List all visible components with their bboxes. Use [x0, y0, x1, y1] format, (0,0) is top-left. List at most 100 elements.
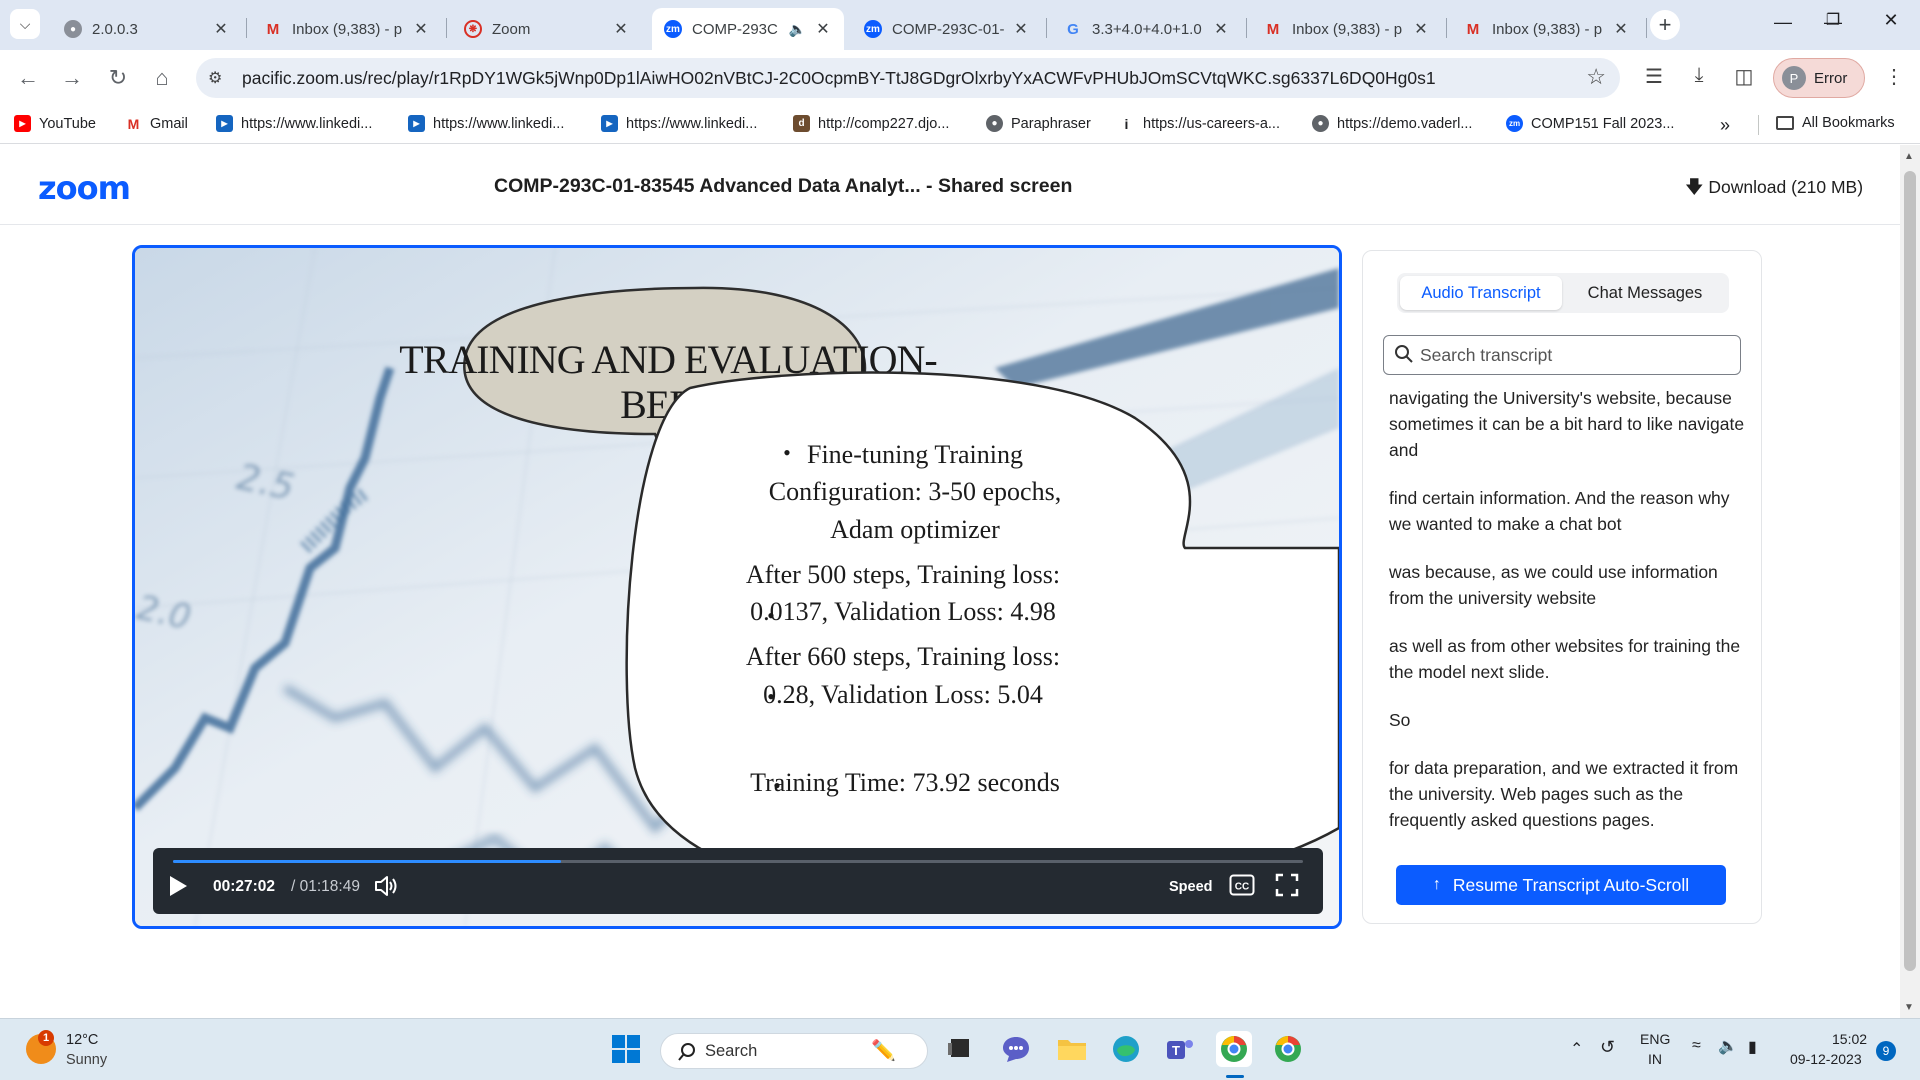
chat-app-button[interactable]: [998, 1031, 1034, 1067]
tab-search-button[interactable]: ⌵: [10, 9, 40, 39]
bookmark-item[interactable]: i https://us-careers-a...: [1118, 115, 1280, 132]
tab-audio-transcript[interactable]: Audio Transcript: [1400, 276, 1562, 310]
taskbar-search[interactable]: Search ✏️: [660, 1033, 928, 1069]
folder-icon: [1058, 1040, 1086, 1060]
bookmark-label: https://www.linkedi...: [241, 115, 373, 132]
minimize-icon[interactable]: —: [1768, 12, 1798, 33]
file-explorer-button[interactable]: [1054, 1031, 1090, 1067]
browser-tab[interactable]: M Inbox (9,383) - p ✕: [1252, 8, 1442, 50]
bookmark-star-icon[interactable]: ☆: [1586, 64, 1606, 90]
globe-icon: ●: [64, 20, 82, 38]
chevron-double-right-icon: »: [1720, 115, 1731, 135]
browser-tab[interactable]: M Inbox (9,383) - p ✕: [1452, 8, 1642, 50]
reload-icon[interactable]: ↻: [104, 64, 132, 92]
speaker-icon[interactable]: 🔈: [789, 21, 806, 38]
back-icon[interactable]: ←: [14, 64, 42, 92]
url-text[interactable]: pacific.zoom.us/rec/play/r1RpDY1WGk5jWnp…: [242, 68, 1436, 89]
video-player[interactable]: 2.5 2.0 TRAINING AND EVALUATION- BERT • …: [132, 245, 1342, 929]
notification-badge[interactable]: 9: [1876, 1041, 1896, 1061]
close-tab-icon[interactable]: ✕: [1212, 19, 1230, 39]
clock-time[interactable]: 15:02: [1832, 1031, 1867, 1047]
transcript-segment[interactable]: as well as from other websites for train…: [1389, 633, 1749, 685]
more-bookmarks-button[interactable]: »: [1720, 115, 1730, 136]
close-tab-icon[interactable]: ✕: [814, 19, 832, 39]
close-tab-icon[interactable]: ✕: [612, 19, 630, 39]
speaker-icon[interactable]: 🔈: [1718, 1036, 1738, 1056]
scroll-up-icon[interactable]: ▲: [1904, 151, 1914, 162]
close-tab-icon[interactable]: ✕: [1612, 19, 1630, 39]
closed-captions-icon[interactable]: CC: [1229, 874, 1255, 896]
svg-text:CC: CC: [1235, 882, 1249, 893]
bookmark-item[interactable]: ▶ https://www.linkedi...: [601, 115, 757, 132]
transcript-segment[interactable]: navigating the University's website, bec…: [1389, 385, 1749, 463]
transcript-segment[interactable]: find certain information. And the reason…: [1389, 485, 1749, 537]
more-menu-icon[interactable]: ⋮: [1880, 64, 1908, 89]
language-region[interactable]: IN: [1648, 1051, 1662, 1067]
download-icon[interactable]: ⤓: [1685, 64, 1713, 87]
close-window-icon[interactable]: ✕: [1876, 10, 1906, 31]
close-tab-icon[interactable]: ✕: [1412, 19, 1430, 39]
bookmark-item[interactable]: ▶ YouTube: [14, 115, 96, 132]
resume-auto-scroll-button[interactable]: ↑ Resume Transcript Auto-Scroll: [1396, 865, 1726, 905]
new-tab-button[interactable]: +: [1650, 10, 1680, 40]
side-panel-icon[interactable]: ◫: [1730, 64, 1758, 89]
page-scrollbar[interactable]: ▲ ▼: [1900, 145, 1920, 1018]
browser-tab[interactable]: G 3.3+4.0+4.0+1.0 ✕: [1052, 8, 1242, 50]
transcript-search[interactable]: [1383, 335, 1741, 375]
tab-chat-messages[interactable]: Chat Messages: [1565, 276, 1725, 310]
close-tab-icon[interactable]: ✕: [412, 19, 430, 39]
scroll-down-icon[interactable]: ▼: [1904, 1002, 1914, 1013]
bookmark-label: https://us-careers-a...: [1143, 115, 1280, 132]
media-controls-icon[interactable]: ☰: [1640, 64, 1668, 89]
download-button[interactable]: 🡇 Download (210 MB): [1685, 175, 1863, 205]
browser-tab[interactable]: M Inbox (9,383) - p ✕: [252, 8, 442, 50]
home-icon[interactable]: ⌂: [148, 64, 176, 92]
wifi-icon[interactable]: ≈: [1692, 1037, 1701, 1055]
language-indicator[interactable]: ENG: [1640, 1031, 1670, 1047]
forward-icon[interactable]: →: [58, 64, 86, 92]
bookmark-item[interactable]: ● Paraphraser: [986, 115, 1091, 132]
start-button[interactable]: [608, 1031, 644, 1067]
speed-button[interactable]: Speed: [1169, 879, 1213, 895]
all-bookmarks-button[interactable]: All Bookmarks: [1776, 115, 1895, 131]
chrome-profile-button[interactable]: [1270, 1031, 1306, 1067]
close-tab-icon[interactable]: ✕: [212, 19, 230, 39]
bookmark-item[interactable]: M Gmail: [125, 115, 188, 132]
teams-button[interactable]: T: [1162, 1031, 1198, 1067]
battery-icon[interactable]: ▮: [1748, 1037, 1757, 1057]
browser-tab[interactable]: ● 2.0.0.3 ✕: [52, 8, 242, 50]
browser-tab[interactable]: ❋ Zoom ✕: [452, 8, 642, 50]
site-info-icon[interactable]: ⚙: [208, 68, 222, 88]
volume-icon[interactable]: [373, 873, 399, 899]
transcript-list[interactable]: navigating the University's website, bec…: [1389, 385, 1749, 855]
progress-bar[interactable]: [173, 860, 1303, 863]
transcript-segment[interactable]: for data preparation, and we extracted i…: [1389, 755, 1749, 833]
task-view-button[interactable]: [942, 1031, 978, 1067]
chevron-down-icon: ⌵: [19, 15, 31, 32]
clock-date[interactable]: 09-12-2023: [1790, 1051, 1862, 1067]
bookmark-item[interactable]: d http://comp227.djo...: [793, 115, 949, 132]
edge-browser-button[interactable]: [1108, 1031, 1144, 1067]
bookmark-label: Paraphraser: [1011, 115, 1091, 132]
transcript-segment[interactable]: was because, as we could use information…: [1389, 559, 1749, 611]
scrollbar-thumb[interactable]: [1904, 171, 1916, 971]
bookmark-item[interactable]: ● https://demo.vaderl...: [1312, 115, 1472, 132]
search-transcript-input[interactable]: [1420, 342, 1730, 368]
sync-icon[interactable]: ↺: [1600, 1037, 1615, 1058]
profile-button[interactable]: P Error: [1773, 58, 1865, 98]
bookmark-item[interactable]: ▶ https://www.linkedi...: [408, 115, 564, 132]
restore-icon[interactable]: ❐: [1818, 10, 1848, 30]
fullscreen-icon[interactable]: [1275, 873, 1299, 897]
bookmark-item[interactable]: ▶ https://www.linkedi...: [216, 115, 372, 132]
tab-title: Zoom: [492, 20, 531, 38]
zoom-logo[interactable]: zoom: [38, 169, 131, 207]
bookmark-item[interactable]: zm COMP151 Fall 2023...: [1506, 115, 1674, 132]
chrome-profile-button-active[interactable]: [1216, 1031, 1252, 1067]
chevron-up-icon[interactable]: ⌃: [1570, 1039, 1583, 1059]
address-bar[interactable]: ⚙ pacific.zoom.us/rec/play/r1RpDY1WGk5jW…: [196, 58, 1620, 98]
play-icon[interactable]: [167, 874, 189, 898]
transcript-segment[interactable]: So: [1389, 707, 1749, 733]
browser-tab[interactable]: zm COMP-293C-01- ✕: [852, 8, 1042, 50]
close-tab-icon[interactable]: ✕: [1012, 19, 1030, 39]
browser-tab-active[interactable]: zm COMP-293C 🔈 ✕: [652, 8, 844, 50]
